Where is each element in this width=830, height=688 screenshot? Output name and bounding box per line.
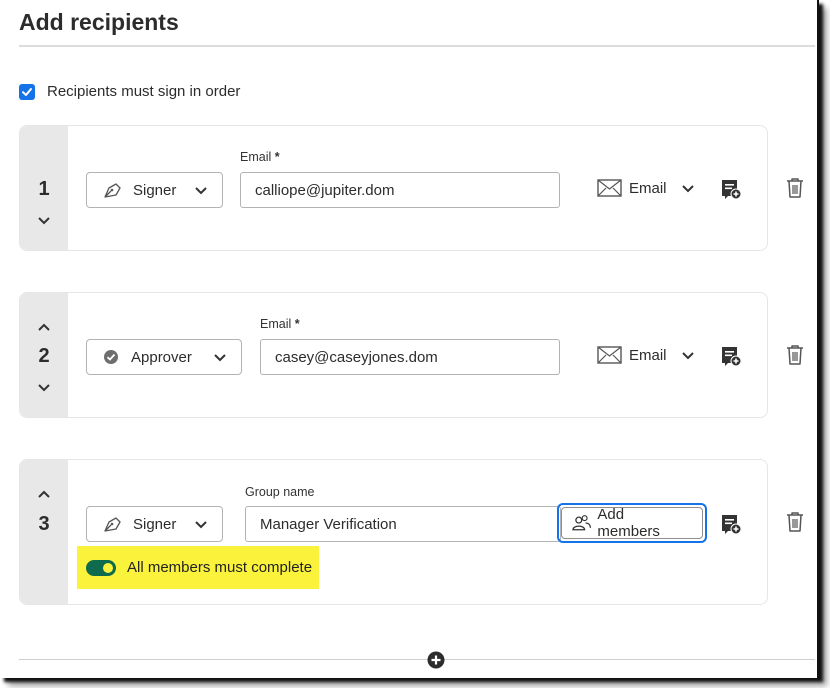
people-icon	[572, 515, 592, 531]
delete-recipient-trash-icon[interactable]	[786, 177, 804, 199]
email-input[interactable]: casey@caseyjones.dom	[260, 339, 560, 375]
order-rail: 1	[20, 126, 68, 250]
chevron-down-icon	[681, 352, 694, 360]
pen-nib-icon	[104, 517, 121, 532]
delivery-method-dropdown[interactable]: Email	[597, 346, 695, 364]
role-dropdown[interactable]: Signer	[86, 506, 223, 542]
recipient-number: 1	[38, 178, 50, 200]
delivery-method-label: Email	[629, 179, 667, 197]
delete-recipient-trash-icon[interactable]	[786, 511, 804, 533]
role-dropdown[interactable]: Signer	[86, 172, 223, 208]
move-up-chevron-icon[interactable]	[37, 490, 51, 500]
email-input[interactable]: calliope@jupiter.dom	[240, 172, 560, 208]
check-circle-icon	[104, 350, 118, 364]
add-private-message-icon[interactable]	[720, 513, 742, 535]
toggle-knob	[103, 562, 113, 573]
add-recipient-plus-icon[interactable]	[427, 651, 445, 669]
all-members-toggle-label: All members must complete	[127, 559, 313, 576]
role-dropdown[interactable]: Approver	[86, 339, 242, 375]
role-label: Approver	[131, 348, 192, 366]
move-up-chevron-icon[interactable]	[37, 323, 51, 333]
title-divider	[19, 45, 815, 47]
add-members-label: Add members	[597, 506, 660, 540]
recipient-number: 3	[38, 513, 50, 535]
role-label: Signer	[133, 515, 177, 533]
delivery-method-dropdown[interactable]: Email	[597, 179, 695, 197]
add-recipients-panel: Add recipients Recipients must sign in o…	[0, 0, 819, 678]
order-rail: 3	[20, 460, 68, 604]
delete-recipient-trash-icon[interactable]	[786, 344, 804, 366]
add-private-message-icon[interactable]	[720, 345, 742, 367]
add-private-message-icon[interactable]	[720, 178, 742, 200]
chevron-down-icon	[214, 354, 226, 362]
group-name-input[interactable]: Manager Verification	[245, 506, 561, 542]
email-field-label: Email *	[260, 317, 300, 331]
recipient-card: 1 Signer Email * calliope@jupiter.dom Em…	[19, 125, 768, 251]
role-label: Signer	[133, 181, 177, 199]
sign-in-order-checkbox[interactable]	[19, 83, 35, 100]
page-title: Add recipients	[19, 9, 179, 35]
group-name-label: Group name	[245, 485, 315, 499]
chevron-down-icon	[195, 521, 207, 529]
add-members-button[interactable]: Add members	[557, 503, 707, 543]
envelope-icon	[597, 346, 622, 364]
move-down-chevron-icon[interactable]	[37, 215, 51, 225]
order-rail: 2	[20, 293, 68, 417]
delivery-method-label: Email	[629, 346, 667, 364]
all-members-must-complete-option[interactable]: All members must complete	[77, 546, 319, 589]
bottom-divider	[19, 659, 815, 660]
recipient-group-card: 3 Signer Group name Manager Verification…	[19, 459, 768, 605]
move-down-chevron-icon[interactable]	[37, 382, 51, 392]
envelope-icon	[597, 179, 622, 197]
recipient-number: 2	[38, 345, 50, 367]
pen-nib-icon	[104, 183, 121, 198]
sign-in-order-label: Recipients must sign in order	[47, 83, 241, 100]
chevron-down-icon	[195, 187, 207, 195]
email-field-label: Email *	[240, 150, 280, 164]
recipient-card: 2 Approver Email * casey@caseyjones.dom …	[19, 292, 768, 418]
sign-in-order-option[interactable]: Recipients must sign in order	[19, 83, 240, 100]
chevron-down-icon	[681, 185, 694, 193]
all-members-toggle[interactable]	[86, 559, 116, 576]
checkmark-icon	[22, 87, 32, 96]
